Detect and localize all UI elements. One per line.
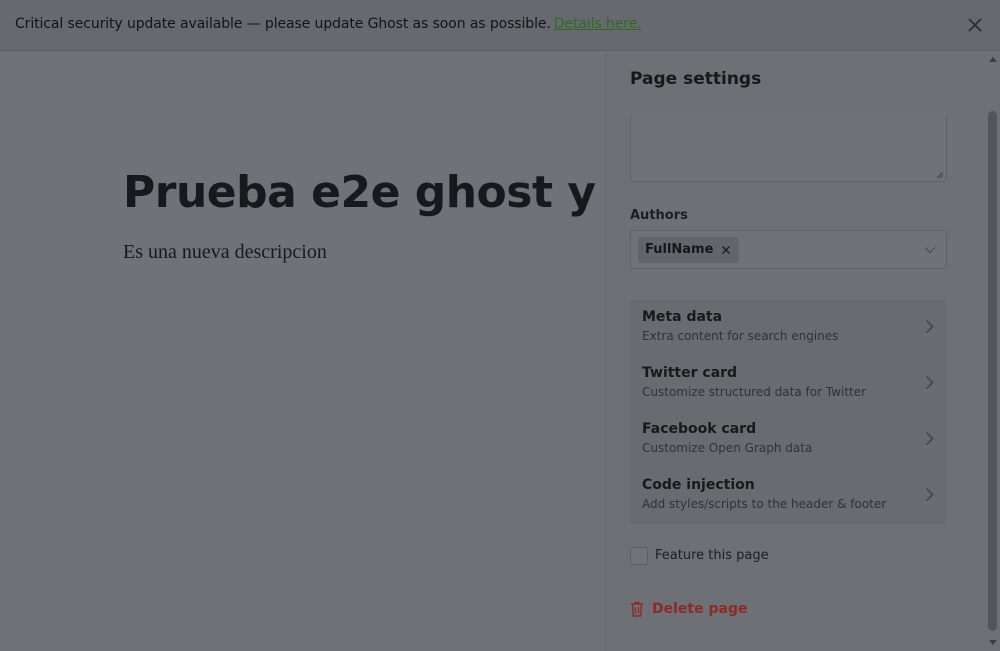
- remove-author-icon[interactable]: [720, 244, 732, 256]
- authors-select[interactable]: FullName: [630, 230, 947, 269]
- trash-icon: [631, 601, 643, 617]
- post-title[interactable]: Prueba e2e ghost y cypress: [123, 167, 605, 218]
- chevron-right-icon: [926, 432, 934, 445]
- settings-item-title: Meta data: [642, 309, 723, 325]
- settings-item-meta-data[interactable]: Meta data Extra content for search engin…: [630, 300, 947, 356]
- settings-item-description: Extra content for search engines: [642, 329, 839, 343]
- panel-scrollbar[interactable]: [985, 51, 1000, 651]
- banner-message: Critical security update available — ple…: [15, 16, 642, 32]
- settings-item-code-injection[interactable]: Code injection Add styles/scripts to the…: [630, 468, 947, 524]
- scroll-up-arrow-icon[interactable]: [989, 57, 997, 62]
- panel-title: Page settings: [630, 69, 762, 89]
- authors-label: Authors: [630, 208, 688, 223]
- settings-item-title: Twitter card: [642, 365, 738, 381]
- author-tag-label: FullName: [645, 242, 714, 257]
- settings-item-twitter-card[interactable]: Twitter card Customize structured data f…: [630, 356, 947, 412]
- page-settings-panel: Page settings Authors FullName Meta data…: [605, 51, 1000, 651]
- settings-item-title: Code injection: [642, 477, 755, 493]
- banner-message-text: Critical security update available — ple…: [15, 16, 551, 32]
- excerpt-textarea[interactable]: [630, 116, 947, 182]
- resize-grip-icon[interactable]: [936, 171, 944, 179]
- settings-item-description: Customize Open Graph data: [642, 441, 813, 455]
- close-icon[interactable]: [966, 16, 984, 34]
- feature-page-checkbox[interactable]: [630, 547, 648, 565]
- settings-list: Meta data Extra content for search engin…: [630, 300, 947, 524]
- author-tag: FullName: [638, 237, 740, 263]
- chevron-right-icon: [926, 320, 934, 333]
- banner-details-link[interactable]: Details here.: [554, 16, 642, 32]
- settings-item-description: Customize structured data for Twitter: [642, 385, 867, 399]
- settings-item-facebook-card[interactable]: Facebook card Customize Open Graph data: [630, 412, 947, 468]
- security-update-banner: Critical security update available — ple…: [0, 0, 1000, 51]
- delete-page-label: Delete page: [652, 601, 748, 617]
- chevron-down-icon: [924, 247, 936, 254]
- post-editor: Prueba e2e ghost y cypress Es una nueva …: [0, 51, 605, 651]
- chevron-right-icon: [926, 488, 934, 501]
- settings-item-description: Add styles/scripts to the header & foote…: [642, 497, 887, 511]
- settings-item-title: Facebook card: [642, 421, 757, 437]
- feature-page-label[interactable]: Feature this page: [655, 548, 769, 563]
- post-excerpt[interactable]: Es una nueva descripcion: [123, 241, 327, 264]
- scrollbar-thumb[interactable]: [988, 111, 997, 631]
- scroll-down-arrow-icon[interactable]: [989, 640, 997, 645]
- chevron-right-icon: [926, 376, 934, 389]
